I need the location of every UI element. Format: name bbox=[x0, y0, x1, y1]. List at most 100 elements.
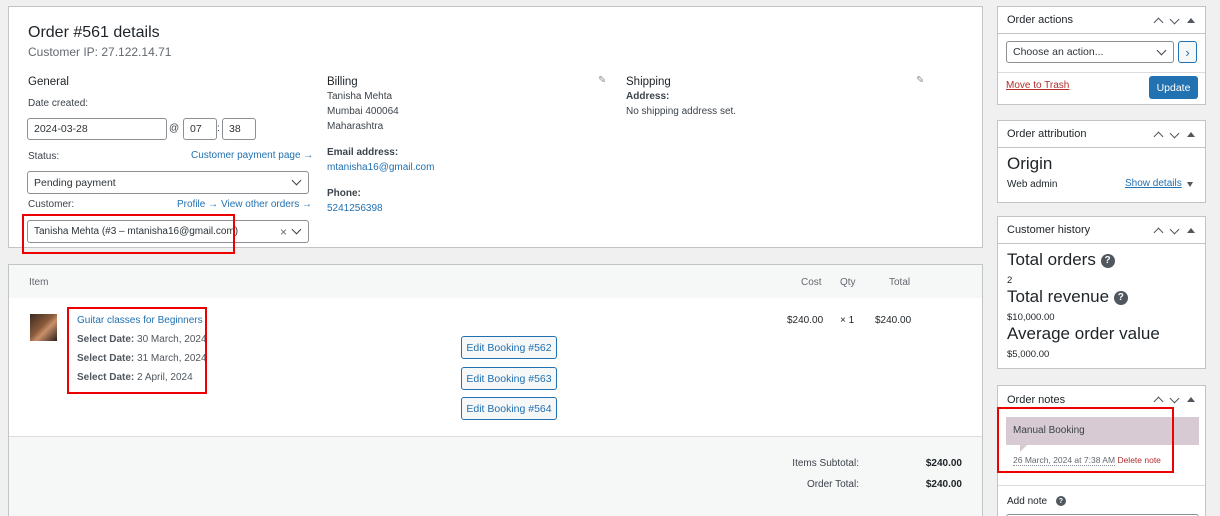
edit-shipping-icon[interactable]: ✎ bbox=[916, 75, 924, 86]
at-symbol: @ bbox=[169, 123, 180, 134]
billing-state: Maharashtra bbox=[327, 121, 384, 132]
header-qty: Qty bbox=[840, 277, 856, 288]
items-subtotal-value: $240.00 bbox=[925, 458, 962, 469]
edit-booking-563-button[interactable]: Edit Booking #563 bbox=[461, 367, 557, 390]
total-orders-label: Total orders bbox=[1007, 250, 1096, 269]
customer-history-header: Customer history bbox=[998, 217, 1205, 244]
status-select[interactable]: Pending payment bbox=[27, 171, 309, 194]
customer-ip: Customer IP: 27.122.14.71 bbox=[28, 45, 172, 59]
update-button[interactable]: Update bbox=[1149, 76, 1198, 99]
total-orders-heading: Total orders ? bbox=[1007, 250, 1115, 270]
edit-billing-icon[interactable]: ✎ bbox=[598, 75, 606, 86]
move-up-icon[interactable] bbox=[1153, 396, 1164, 407]
item-total: $240.00 bbox=[875, 315, 912, 326]
show-details-link[interactable]: Show details bbox=[1125, 178, 1182, 189]
header-total: Total bbox=[889, 277, 911, 288]
collapse-icon[interactable] bbox=[1187, 397, 1195, 402]
date-created-input[interactable]: 2024-03-28 bbox=[27, 118, 167, 140]
phone-label: Phone: bbox=[327, 188, 361, 199]
chevron-down-icon bbox=[291, 175, 302, 186]
highlight-order-note bbox=[997, 407, 1174, 473]
hour-input[interactable]: 07 bbox=[183, 118, 217, 140]
page-title: Order #561 details bbox=[28, 24, 160, 41]
order-action-placeholder: Choose an action... bbox=[1013, 46, 1104, 58]
item-qty: × 1 bbox=[840, 315, 855, 326]
billing-city: Mumbai 400064 bbox=[327, 106, 399, 117]
customer-payment-page-link[interactable]: Customer payment page → bbox=[191, 150, 313, 161]
order-attribution-title: Order attribution bbox=[1007, 128, 1087, 140]
collapse-icon[interactable] bbox=[1187, 228, 1195, 233]
notes-divider bbox=[998, 485, 1205, 486]
profile-link[interactable]: Profile → bbox=[177, 199, 218, 210]
shipping-address-value: No shipping address set. bbox=[626, 106, 737, 117]
move-down-icon[interactable] bbox=[1169, 224, 1180, 234]
order-notes-title: Order notes bbox=[1007, 393, 1066, 406]
order-total-value: $240.00 bbox=[925, 479, 962, 490]
average-order-value: $5,000.00 bbox=[1007, 349, 1050, 360]
collapse-icon[interactable] bbox=[1187, 132, 1195, 137]
help-icon[interactable]: ? bbox=[1055, 496, 1066, 507]
highlight-customer-select bbox=[22, 214, 235, 254]
edit-booking-564-button[interactable]: Edit Booking #564 bbox=[461, 397, 557, 420]
order-actions-box: Order actions Choose an action... › Move… bbox=[997, 6, 1206, 105]
minute-value: 38 bbox=[229, 123, 241, 135]
order-attribution-box: Order attribution Origin Web admin Show … bbox=[997, 120, 1206, 203]
shipping-heading: Shipping bbox=[626, 76, 671, 88]
order-attribution-header: Order attribution bbox=[998, 121, 1205, 148]
minute-input[interactable]: 38 bbox=[222, 118, 256, 140]
order-total-label: Order Total: bbox=[806, 479, 859, 490]
clear-icon[interactable]: × bbox=[280, 225, 287, 239]
add-note-text: Add note bbox=[1007, 496, 1048, 507]
customer-label: Customer: bbox=[28, 199, 75, 210]
item-cost: $240.00 bbox=[787, 315, 824, 326]
customer-history-title: Customer history bbox=[1007, 224, 1091, 236]
chevron-down-icon bbox=[1156, 45, 1167, 55]
move-up-icon[interactable] bbox=[1153, 227, 1164, 238]
header-cost: Cost bbox=[801, 277, 822, 288]
billing-phone-link[interactable]: 5241256398 bbox=[327, 203, 383, 214]
total-revenue-value: $10,000.00 bbox=[1007, 312, 1055, 323]
move-down-icon[interactable] bbox=[1169, 14, 1180, 24]
hour-value: 07 bbox=[190, 123, 202, 135]
move-down-icon[interactable] bbox=[1169, 128, 1180, 138]
chevron-down-icon bbox=[291, 224, 302, 235]
collapse-icon[interactable] bbox=[1187, 18, 1195, 23]
shipping-address-label: Address: bbox=[626, 91, 670, 102]
items-header-row: Item Cost Qty Total bbox=[9, 265, 982, 298]
move-down-icon[interactable] bbox=[1169, 393, 1180, 403]
total-orders-value: 2 bbox=[1007, 275, 1013, 286]
edit-booking-562-button[interactable]: Edit Booking #562 bbox=[461, 336, 557, 359]
header-item: Item bbox=[29, 277, 49, 288]
chevron-right-icon: › bbox=[1185, 44, 1190, 60]
origin-value: Web admin bbox=[1007, 179, 1058, 190]
order-details-panel: Order #561 details Customer IP: 27.122.1… bbox=[8, 6, 983, 248]
move-to-trash-link[interactable]: Move to Trash bbox=[1006, 80, 1069, 91]
help-icon[interactable]: ? bbox=[1113, 290, 1128, 305]
product-thumbnail bbox=[30, 314, 57, 341]
billing-email-link[interactable]: mtanisha16@gmail.com bbox=[327, 162, 434, 173]
time-colon: : bbox=[217, 123, 220, 134]
show-details-label: Show details bbox=[1125, 178, 1182, 189]
average-order-heading: Average order value bbox=[1007, 324, 1160, 343]
total-revenue-label: Total revenue bbox=[1007, 287, 1110, 306]
billing-heading: Billing bbox=[327, 76, 358, 88]
email-label: Email address: bbox=[327, 147, 399, 158]
order-actions-header: Order actions bbox=[998, 7, 1205, 34]
customer-history-box: Customer history Total orders ? 2 Total … bbox=[997, 216, 1206, 369]
items-subtotal-label: Items Subtotal: bbox=[792, 458, 859, 469]
origin-heading: Origin bbox=[1007, 154, 1053, 173]
caret-down-icon bbox=[1187, 182, 1193, 187]
date-created-label: Date created: bbox=[28, 98, 89, 109]
move-up-icon[interactable] bbox=[1153, 17, 1164, 28]
status-label: Status: bbox=[28, 151, 60, 162]
date-created-value: 2024-03-28 bbox=[34, 123, 88, 135]
billing-name: Tanisha Mehta bbox=[327, 91, 393, 102]
general-heading: General bbox=[28, 76, 69, 88]
apply-action-button[interactable]: › bbox=[1178, 41, 1197, 63]
status-value: Pending payment bbox=[34, 176, 116, 189]
view-other-orders-link[interactable]: View other orders → bbox=[221, 199, 312, 210]
order-action-select[interactable]: Choose an action... bbox=[1006, 41, 1174, 63]
help-icon[interactable]: ? bbox=[1100, 253, 1115, 268]
add-note-label: Add note ? bbox=[1007, 496, 1066, 507]
move-up-icon[interactable] bbox=[1153, 131, 1164, 142]
